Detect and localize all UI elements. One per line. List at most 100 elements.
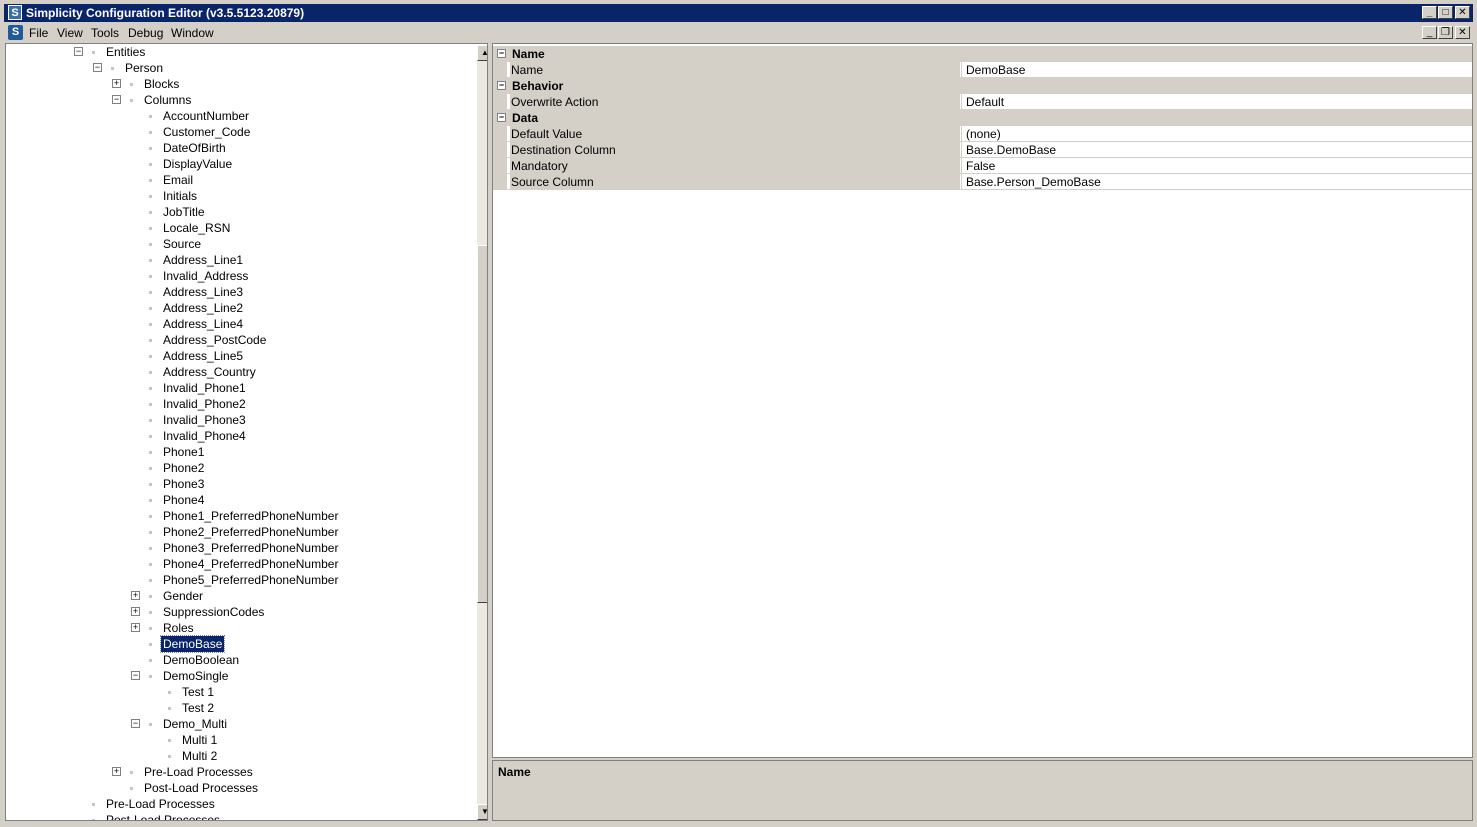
mdi-minimize-button[interactable]: _ bbox=[1422, 26, 1437, 39]
tree-node-label[interactable]: Address_Line2 bbox=[161, 300, 245, 316]
scroll-down-arrow-icon[interactable]: ▼ bbox=[477, 804, 487, 820]
collapse-icon[interactable]: − bbox=[131, 719, 140, 728]
app-icon[interactable]: S bbox=[8, 5, 22, 20]
tree-node-label[interactable]: DemoBase bbox=[159, 635, 226, 653]
property-name[interactable]: Destination Column bbox=[510, 142, 960, 158]
tree-node-label[interactable]: Demo_Multi bbox=[161, 716, 229, 732]
collapse-icon[interactable]: − bbox=[93, 63, 102, 72]
tree-node-label[interactable]: Roles bbox=[161, 620, 196, 636]
scroll-thumb[interactable] bbox=[477, 245, 487, 603]
minimize-button[interactable]: _ bbox=[1422, 6, 1437, 19]
tree-node-label[interactable]: DemoSingle bbox=[161, 668, 230, 684]
tree-node-label[interactable]: Test 1 bbox=[180, 684, 216, 700]
tree-node-label[interactable]: DateOfBirth bbox=[161, 140, 228, 156]
tree-node-label[interactable]: Phone2_PreferredPhoneNumber bbox=[161, 524, 340, 540]
tree-node-label[interactable]: Invalid_Phone3 bbox=[161, 412, 248, 428]
tree-node-label[interactable]: Invalid_Phone1 bbox=[161, 380, 248, 396]
tree-node-label[interactable]: Invalid_Phone2 bbox=[161, 396, 248, 412]
expand-icon[interactable]: + bbox=[131, 607, 140, 616]
property-row[interactable]: Source Column Base.Person_DemoBase bbox=[493, 174, 1472, 190]
tree-node-label[interactable]: Gender bbox=[161, 588, 205, 604]
collapse-icon[interactable]: − bbox=[74, 47, 83, 56]
tree-node-label[interactable]: Invalid_Phone4 bbox=[161, 428, 248, 444]
tree-node-label[interactable]: Phone1 bbox=[161, 444, 206, 460]
property-name[interactable]: Overwrite Action bbox=[510, 94, 960, 110]
tree-node-label[interactable]: Address_Country bbox=[161, 364, 258, 380]
tree-node-label[interactable]: Initials bbox=[161, 188, 199, 204]
tree-node-label[interactable]: DemoBoolean bbox=[161, 652, 241, 668]
tree-node-label[interactable]: SuppressionCodes bbox=[161, 604, 266, 620]
menu-debug[interactable]: Debug bbox=[128, 26, 163, 40]
property-row[interactable]: Mandatory False bbox=[493, 158, 1472, 174]
property-value[interactable]: False bbox=[961, 158, 1471, 174]
property-row[interactable]: Destination Column Base.DemoBase bbox=[493, 142, 1472, 158]
tree-vertical-scrollbar[interactable]: ▲ ▼ bbox=[477, 45, 487, 820]
tree-node-label[interactable]: Address_Line4 bbox=[161, 316, 245, 332]
property-category[interactable]: − Data bbox=[493, 110, 1472, 126]
tree-node-label[interactable]: Phone5_PreferredPhoneNumber bbox=[161, 572, 340, 588]
tree-node-label[interactable]: Pre-Load Processes bbox=[104, 796, 217, 812]
tree-node-label[interactable]: Address_PostCode bbox=[161, 332, 268, 348]
property-value[interactable]: Default bbox=[961, 94, 1471, 110]
property-row[interactable]: Default Value (none) bbox=[493, 126, 1472, 142]
tree-node-label[interactable]: Multi 2 bbox=[180, 748, 219, 764]
tree-node-label[interactable]: Address_Line5 bbox=[161, 348, 245, 364]
collapse-icon[interactable]: − bbox=[497, 81, 506, 90]
tree-node-label[interactable]: Phone1_PreferredPhoneNumber bbox=[161, 508, 340, 524]
tree-node-label[interactable]: Pre-Load Processes bbox=[142, 764, 255, 780]
maximize-button[interactable]: □ bbox=[1438, 6, 1453, 19]
tree-node-label[interactable]: Post-Load Processes bbox=[142, 780, 260, 796]
tree-node-label[interactable]: Columns bbox=[142, 92, 193, 108]
collapse-icon[interactable]: − bbox=[131, 671, 140, 680]
menu-file[interactable]: File bbox=[29, 26, 48, 40]
property-name[interactable]: Name bbox=[510, 62, 960, 78]
property-value[interactable]: DemoBase bbox=[961, 62, 1471, 78]
mdi-restore-button[interactable]: ❐ bbox=[1438, 26, 1453, 39]
property-value[interactable]: Base.DemoBase bbox=[961, 142, 1471, 158]
tree-node-label[interactable]: Customer_Code bbox=[161, 124, 252, 140]
property-row[interactable]: Overwrite Action Default bbox=[493, 94, 1472, 110]
property-value[interactable]: Base.Person_DemoBase bbox=[961, 174, 1471, 190]
close-button[interactable]: ✕ bbox=[1455, 6, 1470, 19]
property-value[interactable]: (none) bbox=[961, 126, 1471, 142]
tree-node-label[interactable]: Address_Line3 bbox=[161, 284, 245, 300]
menu-tools[interactable]: Tools bbox=[91, 26, 119, 40]
tree-node-label[interactable]: Blocks bbox=[142, 76, 181, 92]
tree-node-label[interactable]: Locale_RSN bbox=[161, 220, 232, 236]
tree-node-label[interactable]: Phone3_PreferredPhoneNumber bbox=[161, 540, 340, 556]
property-name[interactable]: Source Column bbox=[510, 174, 960, 190]
menu-window[interactable]: Window bbox=[171, 26, 214, 40]
tree-node-label[interactable]: AccountNumber bbox=[161, 108, 251, 124]
tree-node-label[interactable]: Person bbox=[123, 60, 165, 76]
property-category[interactable]: − Name bbox=[493, 46, 1472, 62]
tree-node-label[interactable]: Entities bbox=[104, 44, 147, 60]
tree-node-label[interactable]: Phone3 bbox=[161, 476, 206, 492]
expand-icon[interactable]: + bbox=[112, 79, 121, 88]
collapse-icon[interactable]: − bbox=[112, 95, 121, 104]
mdi-app-icon[interactable]: S bbox=[8, 25, 23, 40]
property-name[interactable]: Mandatory bbox=[510, 158, 960, 174]
scroll-up-arrow-icon[interactable]: ▲ bbox=[477, 45, 487, 61]
collapse-icon[interactable]: − bbox=[497, 49, 506, 58]
expand-icon[interactable]: + bbox=[131, 623, 140, 632]
property-name[interactable]: Default Value bbox=[510, 126, 960, 142]
collapse-icon[interactable]: − bbox=[497, 113, 506, 122]
tree-node-label[interactable]: Email bbox=[161, 172, 195, 188]
tree-node-label[interactable]: Test 2 bbox=[180, 700, 216, 716]
tree-node-label[interactable]: Source bbox=[161, 236, 203, 252]
tree-node-label[interactable]: JobTitle bbox=[161, 204, 207, 220]
tree-node-label[interactable]: Multi 1 bbox=[180, 732, 219, 748]
expand-icon[interactable]: + bbox=[112, 767, 121, 776]
tree-node-label[interactable]: Address_Line1 bbox=[161, 252, 245, 268]
tree-node-label[interactable]: Invalid_Address bbox=[161, 268, 250, 284]
tree-node-label[interactable]: Phone4_PreferredPhoneNumber bbox=[161, 556, 340, 572]
tree-node-label[interactable]: Phone4 bbox=[161, 492, 206, 508]
tree-node-label[interactable]: DisplayValue bbox=[161, 156, 234, 172]
tree-node-label[interactable]: Phone2 bbox=[161, 460, 206, 476]
mdi-close-button[interactable]: ✕ bbox=[1455, 26, 1470, 39]
menu-view[interactable]: View bbox=[57, 26, 83, 40]
property-category[interactable]: − Behavior bbox=[493, 78, 1472, 94]
property-row[interactable]: Name DemoBase bbox=[493, 62, 1472, 78]
expand-icon[interactable]: + bbox=[131, 591, 140, 600]
tree-node-label[interactable]: Post-Load Processes bbox=[104, 812, 222, 820]
